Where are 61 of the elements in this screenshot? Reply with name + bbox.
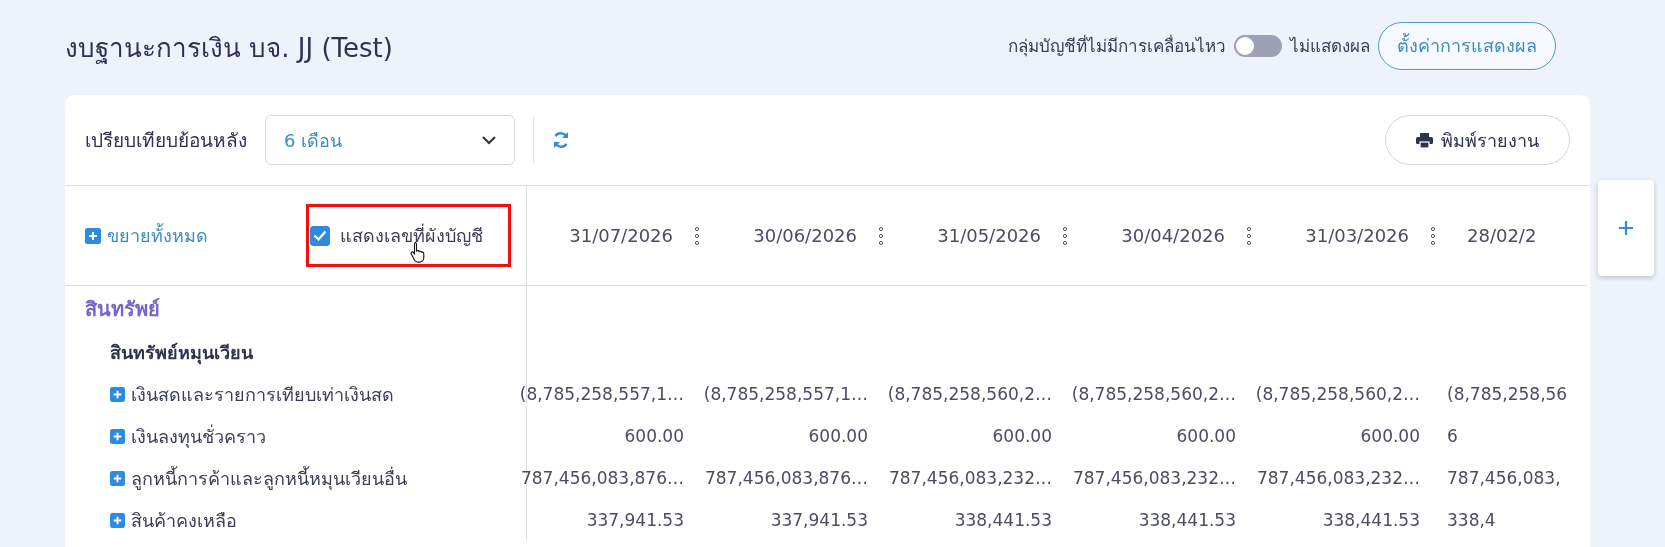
amount: 600.00 [1176, 426, 1236, 446]
column-date: 31/07/2026 [569, 225, 673, 246]
amount: 600.00 [1360, 426, 1420, 446]
refresh-icon[interactable] [552, 131, 570, 149]
period-select[interactable]: 6 เดือน [265, 115, 515, 165]
column-date: 31/05/2026 [937, 225, 1041, 246]
kebab-menu-icon[interactable] [1431, 226, 1435, 245]
amount: 6 [1447, 426, 1458, 446]
group-heading: สินทรัพย์ [85, 295, 160, 323]
chevron-down-icon [482, 135, 496, 145]
plus-square-icon[interactable] [110, 470, 125, 486]
amount: (8,785,258,560,2… [1255, 384, 1420, 404]
toggle-label: กลุ่มบัญชีที่ไม่มีการเคลื่อนไหว [1008, 33, 1226, 59]
kebab-menu-icon[interactable] [1063, 226, 1067, 245]
account-name: ลูกหนี้การค้าและลูกหนี้หมุนเวียนอื่น [131, 465, 407, 492]
page-title: งบฐานะการเงิน บจ. JJ (Test) [65, 32, 394, 66]
expand-all-link[interactable]: ขยายทั้งหมด [85, 221, 208, 250]
amount: 338,441.53 [1322, 510, 1420, 530]
amount: 338,441.53 [1138, 510, 1236, 530]
toggle-state-text: ไม่แสดงผล [1290, 35, 1370, 58]
column-date: 28/02/2 [1467, 225, 1537, 246]
toggle-switch[interactable] [1234, 34, 1282, 57]
amount: 787,456,083,232… [1257, 468, 1420, 488]
printer-icon [1416, 132, 1433, 148]
amount: 600.00 [808, 426, 868, 446]
plus-square-icon[interactable] [110, 428, 125, 444]
amount: (8,785,258,560,2… [1071, 384, 1236, 404]
amount: 337,941.53 [586, 510, 684, 530]
amount: 600.00 [992, 426, 1052, 446]
column-date: 30/06/2026 [753, 225, 857, 246]
amount: 787,456,083,232… [1073, 468, 1236, 488]
kebab-menu-icon[interactable] [1247, 226, 1251, 245]
print-report-button[interactable]: พิมพ์รายงาน [1385, 115, 1570, 165]
amount: 787,456,083,876… [521, 468, 684, 488]
amount: (8,785,258,560,2… [887, 384, 1052, 404]
account-name: สินค้าคงเหลือ [131, 508, 237, 533]
amount: 338,4 [1447, 510, 1496, 530]
amount: (8,785,258,557,1… [519, 384, 684, 404]
amount: (8,785,258,557,1… [703, 384, 868, 404]
amount: 787,456,083,232… [889, 468, 1052, 488]
kebab-menu-icon[interactable] [695, 226, 699, 245]
compare-label: เปรียบเทียบย้อนหลัง [85, 128, 247, 153]
plus-square-icon[interactable] [110, 512, 125, 528]
show-account-numbers-checkbox[interactable]: แสดงเลขที่ผังบัญชี [310, 221, 483, 250]
column-date: 31/03/2026 [1305, 225, 1409, 246]
amount: 600.00 [624, 426, 684, 446]
amount: (8,785,258,56 [1447, 384, 1568, 404]
kebab-menu-icon[interactable] [879, 226, 883, 245]
subgroup-heading: สินทรัพย์หมุนเวียน [110, 340, 253, 367]
account-name: เงินสดและรายการเทียบเท่าเงินสด [131, 382, 394, 407]
column-date: 30/04/2026 [1121, 225, 1225, 246]
account-name: เงินลงทุนชั่วคราว [131, 423, 266, 450]
amount: 787,456,083, [1447, 468, 1561, 488]
plus-icon [1618, 220, 1634, 236]
display-settings-button[interactable]: ตั้งค่าการแสดงผล [1378, 21, 1556, 70]
plus-square-icon [85, 227, 101, 244]
amount: 337,941.53 [770, 510, 868, 530]
checkbox[interactable] [310, 225, 330, 246]
amount: 338,441.53 [954, 510, 1052, 530]
plus-square-icon[interactable] [110, 386, 125, 402]
amount: 787,456,083,876… [705, 468, 868, 488]
